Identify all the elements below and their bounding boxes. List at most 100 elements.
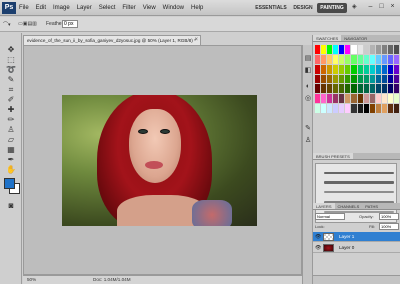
color-swatch[interactable] [315, 104, 321, 113]
color-swatch[interactable] [333, 94, 339, 104]
color-swatch[interactable] [351, 84, 357, 94]
color-swatch[interactable] [327, 64, 333, 74]
eraser-tool-icon[interactable]: ▱ [4, 135, 18, 145]
color-swatch[interactable] [333, 84, 339, 94]
color-swatch[interactable] [393, 104, 399, 113]
color-swatch[interactable] [351, 104, 357, 113]
color-swatch[interactable] [357, 104, 363, 113]
color-swatch[interactable] [375, 84, 381, 94]
color-swatch[interactable] [327, 104, 333, 113]
menu-layer[interactable]: Layer [77, 3, 92, 13]
color-swatch[interactable] [369, 94, 375, 104]
color-swatch[interactable] [321, 45, 327, 54]
color-swatch[interactable] [369, 104, 375, 113]
color-swatch[interactable] [321, 94, 327, 104]
pen-tool-icon[interactable]: ✒ [4, 155, 18, 165]
tab-layers[interactable]: LAYERS [313, 203, 335, 209]
color-swatch[interactable] [315, 54, 321, 64]
marquee-tool-icon[interactable]: ⬚ [4, 55, 18, 65]
color-swatch[interactable] [387, 74, 393, 84]
color-swatch[interactable] [387, 64, 393, 74]
cs-live-icon[interactable]: ◈ [352, 3, 362, 13]
move-tool-icon[interactable]: ✥ [4, 45, 18, 55]
workspace-essentials-button[interactable]: ESSENTIALS [254, 3, 288, 13]
menu-help[interactable]: Help [191, 3, 203, 13]
color-swatch[interactable] [333, 54, 339, 64]
color-swatch[interactable] [375, 104, 381, 113]
workspace-painting-button[interactable]: PAINTING [317, 3, 347, 13]
color-swatch[interactable] [333, 74, 339, 84]
gradient-tool-icon[interactable]: ▦ [4, 145, 18, 155]
eyedropper-tool-icon[interactable]: ✐ [4, 95, 18, 105]
layer-row-selected[interactable]: 👁 Layer 1 [313, 232, 400, 242]
color-swatch[interactable] [315, 94, 321, 104]
color-swatch[interactable] [321, 54, 327, 64]
document-image[interactable] [62, 95, 257, 226]
close-button[interactable]: × [388, 3, 397, 12]
zoom-level[interactable]: 50% [27, 276, 36, 284]
color-swatch[interactable] [375, 74, 381, 84]
color-swatch[interactable] [345, 94, 351, 104]
quick-mask-icon[interactable]: ◙ [4, 201, 18, 211]
document-tab[interactable]: evidence_of_the_sun_ii_by_sofia_ganiyev_… [23, 35, 201, 45]
color-swatch[interactable] [387, 94, 393, 104]
color-swatch[interactable] [393, 74, 399, 84]
color-swatch[interactable] [315, 84, 321, 94]
color-swatch[interactable] [393, 45, 399, 54]
color-swatch[interactable] [357, 64, 363, 74]
fill-input[interactable]: 100% [379, 223, 399, 230]
color-swatch[interactable] [381, 45, 387, 54]
color-swatch[interactable] [363, 54, 369, 64]
color-swatch[interactable] [339, 74, 345, 84]
minimize-button[interactable]: – [366, 3, 375, 12]
restore-button[interactable]: □ [377, 3, 386, 12]
color-swatch[interactable] [345, 104, 351, 113]
brush-stroke[interactable] [324, 191, 394, 193]
hand-tool-icon[interactable]: ✋ [4, 165, 18, 175]
menu-filter[interactable]: Filter [122, 3, 135, 13]
color-swatch[interactable] [381, 84, 387, 94]
masks-panel-icon[interactable]: ◎ [304, 95, 312, 103]
color-swatch[interactable] [351, 74, 357, 84]
color-swatch[interactable] [315, 64, 321, 74]
color-swatch[interactable] [339, 104, 345, 113]
brush-panel-icon[interactable]: ✎ [304, 125, 312, 133]
color-swatch[interactable] [315, 45, 321, 54]
color-swatch[interactable] [369, 74, 375, 84]
color-swatch[interactable] [387, 45, 393, 54]
color-swatch[interactable] [363, 74, 369, 84]
selection-mode-icons[interactable]: ▭▣▤▥ [18, 21, 37, 27]
color-swatch[interactable] [345, 54, 351, 64]
color-swatch[interactable] [339, 45, 345, 54]
color-swatch[interactable] [351, 45, 357, 54]
color-swatch[interactable] [375, 54, 381, 64]
color-swatch[interactable] [321, 64, 327, 74]
color-swatch[interactable] [351, 64, 357, 74]
color-swatch[interactable] [375, 64, 381, 74]
properties-panel-icon[interactable]: ◧ [304, 67, 312, 75]
color-swatch[interactable] [327, 74, 333, 84]
brush-tool-icon[interactable]: ✏ [4, 115, 18, 125]
menu-image[interactable]: Image [53, 3, 70, 13]
color-swatch[interactable] [363, 104, 369, 113]
color-swatch[interactable] [357, 54, 363, 64]
color-swatch[interactable] [321, 104, 327, 113]
color-swatch[interactable] [393, 94, 399, 104]
tab-navigator[interactable]: NAVIGATOR [341, 35, 370, 41]
color-swatch[interactable] [381, 64, 387, 74]
color-swatch[interactable] [363, 45, 369, 54]
menu-file[interactable]: File [19, 3, 29, 13]
color-swatch[interactable] [381, 74, 387, 84]
document-close-icon[interactable]: × [194, 36, 198, 45]
color-swatch[interactable] [381, 104, 387, 113]
color-swatch[interactable] [339, 94, 345, 104]
color-swatch[interactable] [351, 94, 357, 104]
color-swatch[interactable] [393, 64, 399, 74]
color-swatch[interactable] [339, 84, 345, 94]
color-swatch[interactable] [381, 54, 387, 64]
menu-select[interactable]: Select [99, 3, 116, 13]
feather-input[interactable]: 0 px [62, 20, 78, 28]
color-swatch[interactable] [375, 45, 381, 54]
menu-window[interactable]: Window [163, 3, 184, 13]
color-swatch[interactable] [381, 94, 387, 104]
